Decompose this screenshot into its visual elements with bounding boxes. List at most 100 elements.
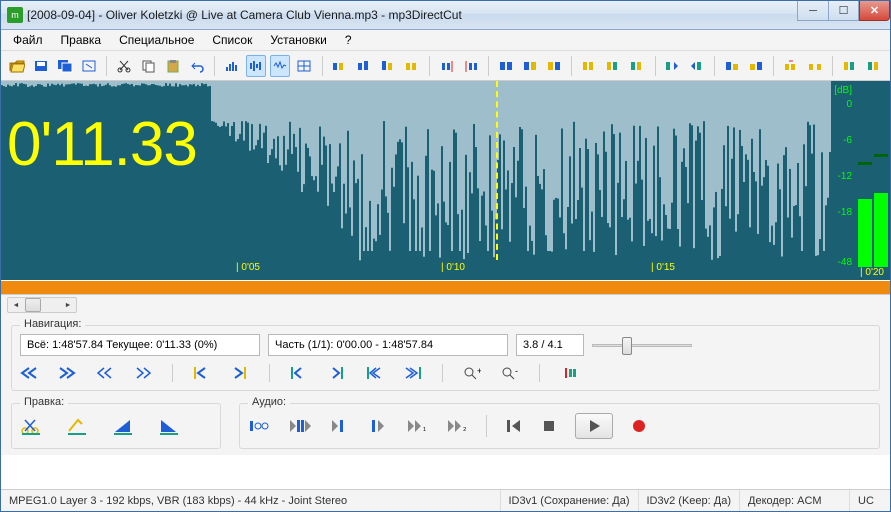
edit-trim-icon[interactable] xyxy=(66,417,88,435)
ff1-icon[interactable]: ₁ xyxy=(406,418,428,434)
play-button[interactable] xyxy=(575,413,613,439)
tool-icon[interactable] xyxy=(722,55,742,77)
playhead[interactable] xyxy=(496,81,498,260)
play-from-icon[interactable] xyxy=(330,418,350,434)
view-bars-icon[interactable] xyxy=(222,55,242,77)
status-uc: UC xyxy=(850,490,890,511)
nav-sel-next-icon[interactable] xyxy=(404,366,422,380)
menu-edit[interactable]: Правка xyxy=(53,31,110,49)
tool-icon[interactable] xyxy=(627,55,647,77)
nav-prev-fast-icon[interactable] xyxy=(96,366,114,380)
app-icon: m xyxy=(7,7,23,23)
paste-icon[interactable] xyxy=(163,55,183,77)
tool-icon[interactable] xyxy=(461,55,481,77)
tool-icon[interactable] xyxy=(579,55,599,77)
menu-settings[interactable]: Установки xyxy=(262,31,334,49)
waveform-display[interactable]: 0'11.33 | 0'05| 0'10| 0'15 [dB]0-6-12-18… xyxy=(1,81,890,280)
tool-icon[interactable] xyxy=(603,55,623,77)
zoom-in-icon[interactable]: + xyxy=(463,366,481,380)
close-button[interactable]: ✕ xyxy=(859,1,890,21)
menubar: Файл Правка Специальное Список Установки… xyxy=(1,30,890,51)
svg-text:+: + xyxy=(477,366,481,376)
nav-ratio-field[interactable]: 3.8 / 4.1 xyxy=(516,334,584,356)
time-axis: | 0'05| 0'10| 0'15 xyxy=(1,262,890,276)
rewind-start-icon[interactable] xyxy=(505,418,523,434)
nav-next-fast-icon[interactable] xyxy=(134,366,152,380)
nav-skip-fwd-icon[interactable] xyxy=(231,366,249,380)
nav-sel-prev-icon[interactable] xyxy=(366,366,384,380)
tool-icon[interactable] xyxy=(496,55,516,77)
audio-group: Аудио: ₁ ₂ xyxy=(239,403,880,449)
menu-file[interactable]: Файл xyxy=(5,31,51,49)
nav-all-field[interactable]: Всё: 1:48'57.84 Текущее: 0'11.33 (0%) xyxy=(20,334,260,356)
open-icon[interactable] xyxy=(7,55,27,77)
edit-group: Правка: xyxy=(11,403,221,449)
menu-help[interactable]: ? xyxy=(337,31,360,49)
svg-text:-: - xyxy=(515,366,518,376)
view-grid-icon[interactable] xyxy=(294,55,314,77)
meter-tick: | 0'20 xyxy=(860,267,884,278)
nav-sel-end-icon[interactable] xyxy=(328,366,346,380)
scroll-row: ◄ ► xyxy=(1,295,890,315)
menu-list[interactable]: Список xyxy=(204,31,260,49)
record-icon[interactable] xyxy=(631,418,647,434)
status-id3v1: ID3v1 (Сохранение: Да) xyxy=(501,490,639,511)
window-buttons: ─ ☐ ✕ xyxy=(797,1,890,21)
close-file-icon[interactable] xyxy=(79,55,99,77)
copy-icon[interactable] xyxy=(138,55,158,77)
stop-icon[interactable] xyxy=(541,418,557,434)
play-sel-icon[interactable] xyxy=(288,418,312,434)
tool-icon[interactable] xyxy=(402,55,422,77)
nav-part-field[interactable]: Часть (1/1): 0'00.00 - 1:48'57.84 xyxy=(268,334,508,356)
svg-text:₂: ₂ xyxy=(463,422,467,432)
loop-icon[interactable] xyxy=(248,418,270,434)
tool-icon[interactable] xyxy=(662,55,682,77)
nav-skip-back-icon[interactable] xyxy=(193,366,211,380)
ff2-icon[interactable]: ₂ xyxy=(446,418,468,434)
tool-icon[interactable] xyxy=(805,55,825,77)
undo-icon[interactable] xyxy=(187,55,207,77)
status-format: MPEG1.0 Layer 3 - 192 kbps, VBR (183 kbp… xyxy=(1,490,501,511)
nav-last-icon[interactable] xyxy=(58,366,76,380)
navigation-group: Навигация: Всё: 1:48'57.84 Текущее: 0'11… xyxy=(11,325,880,391)
menu-special[interactable]: Специальное xyxy=(111,31,202,49)
zoom-slider[interactable] xyxy=(592,335,692,355)
tool-icon[interactable] xyxy=(840,55,860,77)
save-sel-icon[interactable] xyxy=(31,55,51,77)
tool-icon[interactable] xyxy=(544,55,564,77)
edit-fadeout-icon[interactable] xyxy=(158,417,180,435)
h-scrollbar[interactable]: ◄ ► xyxy=(7,297,77,313)
toolbar xyxy=(1,51,890,81)
nav-sel-start-icon[interactable] xyxy=(290,366,308,380)
cut-icon[interactable] xyxy=(114,55,134,77)
edit-fadein-icon[interactable] xyxy=(112,417,134,435)
controls-panel: Навигация: Всё: 1:48'57.84 Текущее: 0'11… xyxy=(1,315,890,455)
level-meter: | 0'20 xyxy=(854,81,890,280)
play-to-icon[interactable] xyxy=(368,418,388,434)
maximize-button[interactable]: ☐ xyxy=(828,1,859,21)
audio-legend: Аудио: xyxy=(248,396,290,408)
tool-icon[interactable] xyxy=(687,55,707,77)
view-wave1-icon[interactable] xyxy=(246,55,266,77)
db-scale: [dB]0-6-12-18-48 xyxy=(824,81,852,280)
timeline-strip[interactable] xyxy=(1,280,890,295)
split-icon[interactable] xyxy=(560,366,578,380)
window-title: [2008-09-04] - Oliver Koletzki @ Live at… xyxy=(27,8,462,22)
tool-icon[interactable] xyxy=(354,55,374,77)
tool-icon[interactable] xyxy=(781,55,801,77)
zoom-out-icon[interactable]: - xyxy=(501,366,519,380)
statusbar: MPEG1.0 Layer 3 - 192 kbps, VBR (183 kbp… xyxy=(1,489,890,511)
tool-icon[interactable] xyxy=(329,55,349,77)
nav-first-icon[interactable] xyxy=(20,366,38,380)
save-all-icon[interactable] xyxy=(55,55,75,77)
status-id3v2: ID3v2 (Keep: Да) xyxy=(639,490,741,511)
tool-icon[interactable] xyxy=(520,55,540,77)
tool-icon[interactable] xyxy=(437,55,457,77)
tool-icon[interactable] xyxy=(378,55,398,77)
minimize-button[interactable]: ─ xyxy=(797,1,828,21)
scrollbar-thumb[interactable] xyxy=(25,298,41,312)
edit-cut-icon[interactable] xyxy=(20,417,42,435)
tool-icon[interactable] xyxy=(746,55,766,77)
view-wave2-icon[interactable] xyxy=(270,55,290,77)
tool-icon[interactable] xyxy=(864,55,884,77)
